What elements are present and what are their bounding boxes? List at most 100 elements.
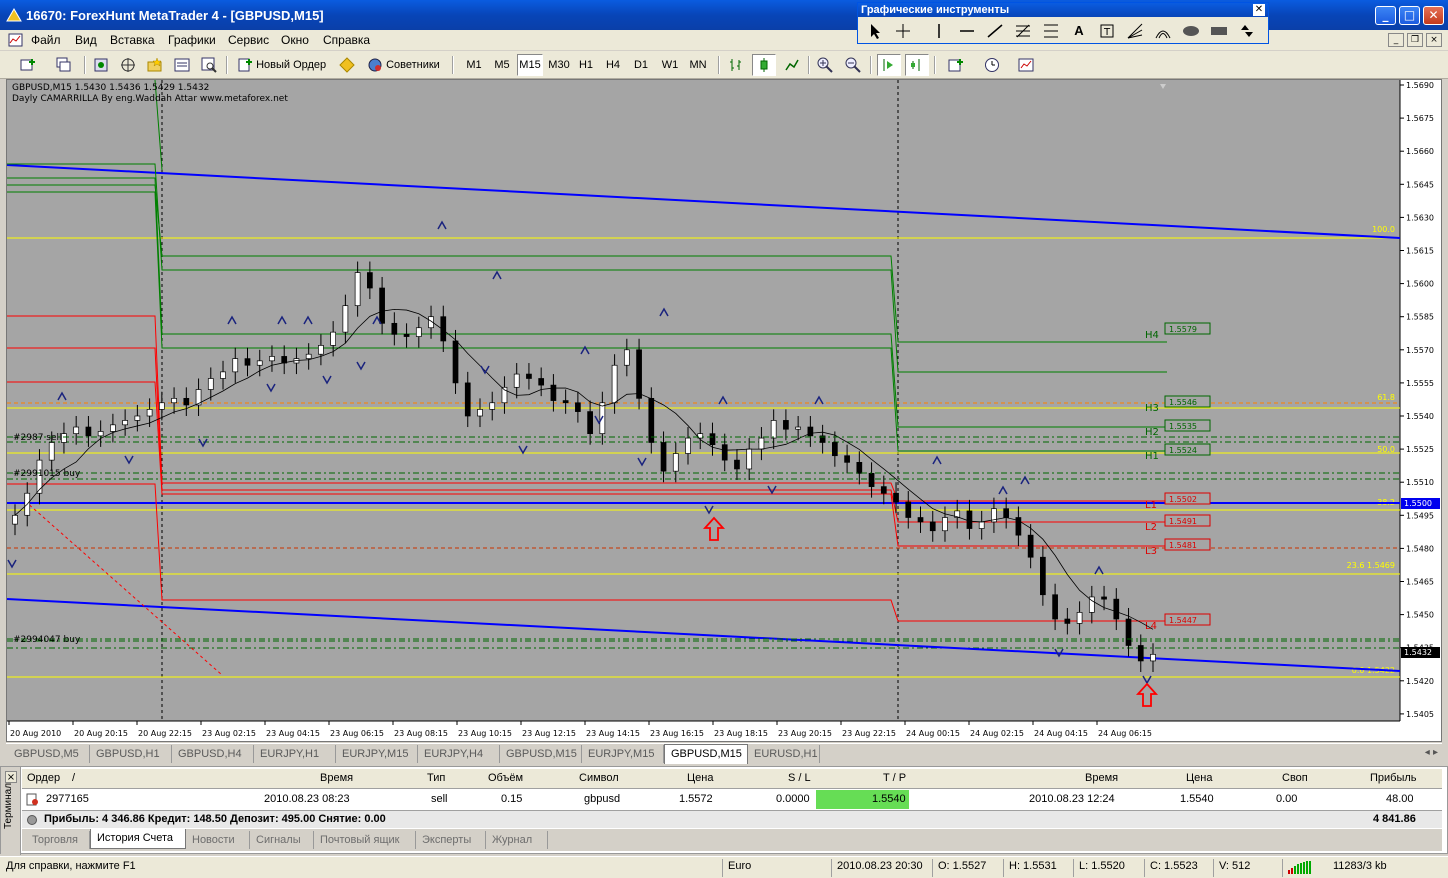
close-button[interactable]: ✕ [1423, 6, 1444, 25]
zoom-in-button[interactable] [814, 54, 836, 76]
timeframe-d1[interactable]: D1 [630, 54, 652, 76]
text-frame-icon[interactable]: T [1096, 20, 1118, 42]
col-sort[interactable]: / [72, 772, 75, 784]
text-label-icon[interactable]: A [1068, 20, 1090, 42]
candlestick-chart-button[interactable] [752, 54, 776, 76]
line-chart-button[interactable] [781, 54, 803, 76]
bar-chart-button[interactable] [725, 54, 747, 76]
candle-body [783, 420, 789, 430]
timeframe-h4[interactable]: H4 [602, 54, 624, 76]
terminal-button[interactable] [171, 54, 193, 76]
new-chart-button[interactable] [10, 54, 46, 76]
fibo-icon[interactable] [1012, 20, 1034, 42]
zoom-out-button[interactable] [842, 54, 864, 76]
table-row[interactable]: 2977165 2010.08.23 08:23 sell 0.15 gbpus… [22, 790, 1442, 809]
terminal-tab[interactable]: Торговля [26, 831, 90, 849]
meta-editor-button[interactable] [336, 54, 358, 76]
cursor-icon[interactable] [864, 20, 886, 42]
tester-button[interactable] [198, 54, 220, 76]
menu-charts[interactable]: Графики [168, 33, 216, 47]
fibo-arc-icon[interactable] [1152, 20, 1174, 42]
periods-button[interactable] [976, 54, 1008, 76]
timeframe-h1[interactable]: H1 [575, 54, 597, 76]
timeframe-mn[interactable]: MN [685, 54, 711, 76]
trendline-icon[interactable] [984, 20, 1006, 42]
timeframe-m5[interactable]: M5 [490, 54, 514, 76]
time-tick-label: 24 Aug 02:15 [970, 729, 1024, 738]
menu-file[interactable]: Файл [31, 33, 61, 47]
maximize-button[interactable]: □ [1399, 6, 1420, 25]
indicators-button[interactable] [940, 54, 972, 76]
col-open-time[interactable]: Время [320, 772, 353, 784]
chart-tab[interactable]: EURJPY,H4 [418, 745, 500, 763]
templates-button[interactable] [1011, 54, 1041, 76]
price-chart[interactable]: 1.5690 1.5675 1.5660 1.5645 1.5630 1.5615 1.56… [7, 80, 1441, 741]
chart-tab[interactable]: EURJPY,M15 [582, 745, 664, 763]
crosshair-icon[interactable] [892, 20, 914, 42]
vertical-line-icon[interactable] [928, 20, 950, 42]
terminal-tab[interactable]: История Счета [90, 829, 186, 849]
col-swap[interactable]: Своп [1282, 772, 1308, 784]
data-window-button[interactable] [117, 54, 139, 76]
terminal-tab[interactable]: Почтовый ящик [314, 831, 416, 849]
terminal-tab[interactable]: Журнал [486, 831, 548, 849]
col-tp[interactable]: T / P [883, 772, 906, 784]
graphic-tools-close-button[interactable]: ✕ [1253, 4, 1265, 16]
col-close-price[interactable]: Цена [1186, 772, 1212, 784]
chart-tab[interactable]: GBPUSD,H1 [90, 745, 172, 763]
col-volume[interactable]: Объём [488, 772, 523, 784]
menu-help[interactable]: Справка [323, 33, 370, 47]
price-tick-label: 1.5540 [1406, 412, 1434, 421]
chart-window[interactable]: 1.5690 1.5675 1.5660 1.5645 1.5630 1.5615 1.56… [6, 79, 1442, 742]
expert-advisors-button[interactable]: Советники [364, 54, 446, 76]
col-sl[interactable]: S / L [788, 772, 811, 784]
price-tick-label: 1.5600 [1406, 280, 1434, 289]
mdi-restore-button[interactable]: ❐ [1407, 33, 1423, 47]
col-type[interactable]: Тип [427, 772, 445, 784]
chart-tab[interactable]: EURUSD,H1 [748, 745, 820, 763]
arrows-icon[interactable] [1236, 20, 1258, 42]
col-symbol[interactable]: Символ [579, 772, 619, 784]
chart-tab[interactable]: GBPUSD,M5 [8, 745, 90, 763]
menu-window[interactable]: Окно [281, 33, 309, 47]
terminal-tab[interactable]: Эксперты [416, 831, 486, 849]
menu-insert[interactable]: Вставка [110, 33, 155, 47]
chart-tab[interactable]: GBPUSD,M15 [500, 745, 582, 763]
navigator-button[interactable] [144, 54, 166, 76]
horizontal-line-icon[interactable] [956, 20, 978, 42]
terminal-tab[interactable]: Сигналы [250, 831, 314, 849]
chart-tab[interactable]: EURJPY,M15 [336, 745, 418, 763]
col-close-time[interactable]: Время [1085, 772, 1118, 784]
autoscroll-button[interactable] [877, 54, 901, 76]
rectangle-icon[interactable] [1208, 20, 1230, 42]
col-order[interactable]: Ордер [27, 772, 60, 784]
new-order-button[interactable]: Новый Ордер [234, 54, 332, 76]
new-order-icon [238, 58, 252, 72]
fibo-fan-icon[interactable] [1124, 20, 1146, 42]
timeframe-m30[interactable]: M30 [546, 54, 572, 76]
col-price[interactable]: Цена [687, 772, 713, 784]
col-profit[interactable]: Прибыль [1370, 772, 1417, 784]
chart-shift-button[interactable] [905, 54, 929, 76]
timeframe-m1[interactable]: M1 [462, 54, 486, 76]
profiles-button[interactable] [48, 54, 80, 76]
market-watch-button[interactable] [90, 54, 112, 76]
terminal-tab[interactable]: Новости [186, 831, 250, 849]
mdi-close-button[interactable]: × [1426, 33, 1442, 47]
text-tool-icon[interactable] [1040, 20, 1062, 42]
candle-body [122, 420, 128, 426]
terminal-close-button[interactable]: × [5, 771, 17, 783]
menu-view[interactable]: Вид [75, 33, 97, 47]
candle-body [611, 364, 618, 404]
ellipse-icon[interactable] [1180, 20, 1202, 42]
mdi-minimize-button[interactable]: _ [1388, 33, 1404, 47]
timeframe-w1[interactable]: W1 [658, 54, 682, 76]
menu-tools[interactable]: Сервис [228, 33, 269, 47]
tab-scroll-arrows-icon[interactable]: ◂ ▸ [1425, 747, 1438, 758]
chart-tab[interactable]: GBPUSD,H4 [172, 745, 254, 763]
chart-tab[interactable]: EURJPY,H1 [254, 745, 336, 763]
chart-tab[interactable]: GBPUSD,M15 [664, 744, 748, 764]
timeframe-m15[interactable]: M15 [517, 54, 543, 76]
candle-body [330, 331, 337, 346]
minimize-button[interactable]: _ [1375, 6, 1396, 25]
